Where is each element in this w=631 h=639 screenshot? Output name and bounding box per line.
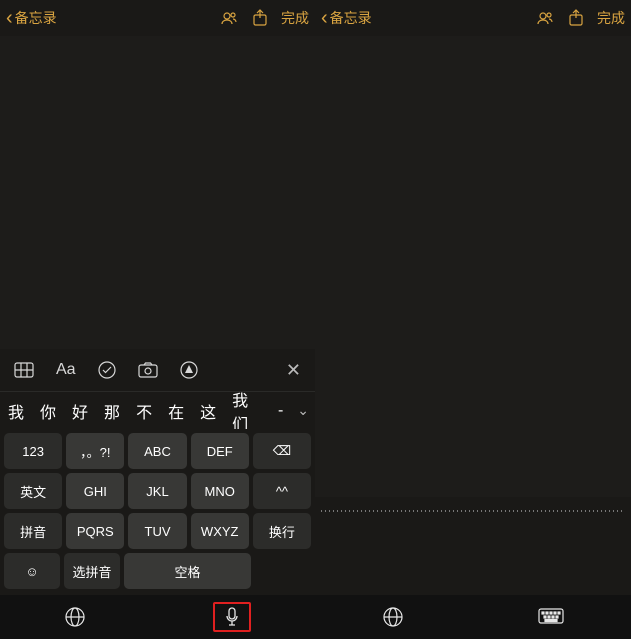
key-pinyin[interactable]: 拼音	[4, 513, 62, 549]
share-icon[interactable]	[567, 9, 585, 27]
left-screen: ‹ 备忘录 完成 Aa ✕ 我 你 好	[0, 0, 315, 639]
dictation-waveform	[315, 497, 631, 525]
dictation-bottombar	[315, 595, 631, 639]
candidate-word[interactable]: 你	[38, 399, 58, 423]
key-def[interactable]: DEF	[191, 433, 249, 469]
share-icon[interactable]	[251, 9, 269, 27]
candidate-word[interactable]: 这	[198, 399, 218, 423]
navbar: ‹ 备忘录 完成	[315, 0, 631, 36]
table-icon[interactable]	[14, 362, 34, 378]
keyboard-bottombar	[0, 595, 315, 639]
candidate-bar: 我 你 好 那 不 在 这 我们 - ⌄	[0, 391, 315, 429]
key-pqrs[interactable]: PQRS	[66, 513, 124, 549]
key-ghi[interactable]: GHI	[66, 473, 124, 509]
keyboard-icon[interactable]	[538, 608, 564, 626]
key-123[interactable]: 123	[4, 433, 62, 469]
candidate-word[interactable]: 我	[6, 399, 26, 423]
markup-icon[interactable]	[180, 361, 198, 379]
candidate-word[interactable]: 不	[134, 399, 154, 423]
back-label: 备忘录	[15, 8, 57, 28]
key-tuv[interactable]: TUV	[128, 513, 186, 549]
done-button[interactable]: 完成	[281, 8, 309, 28]
right-screen: ‹ 备忘录 完成	[315, 0, 631, 639]
candidate-expand[interactable]: ⌄	[297, 402, 309, 419]
globe-icon[interactable]	[64, 606, 86, 628]
key-jkl[interactable]: JKL	[128, 473, 186, 509]
note-content[interactable]	[0, 36, 315, 349]
back-button[interactable]: ‹ 备忘录	[321, 7, 535, 30]
camera-icon[interactable]	[138, 362, 158, 378]
candidate-word[interactable]: 我们	[230, 387, 264, 435]
mic-button-highlighted[interactable]	[213, 602, 251, 632]
key-backspace[interactable]: ⌫	[253, 433, 311, 469]
key-abc[interactable]: ABC	[128, 433, 186, 469]
candidate-word[interactable]: -	[276, 402, 285, 420]
candidate-word[interactable]: 那	[102, 399, 122, 423]
collaborate-icon[interactable]	[219, 8, 239, 28]
globe-icon[interactable]	[382, 606, 404, 628]
key-punct[interactable]: ，。?!	[66, 433, 124, 469]
checklist-icon[interactable]	[98, 361, 116, 379]
text-format-button[interactable]: Aa	[56, 361, 76, 379]
keyboard: 123 ，。?! ABC DEF ⌫ 英文 GHI JKL MNO ^^ 拼音 …	[0, 429, 315, 595]
chevron-left-icon: ‹	[6, 7, 13, 30]
candidate-word[interactable]: 好	[70, 399, 90, 423]
candidate-word[interactable]: 在	[166, 399, 186, 423]
done-button[interactable]: 完成	[597, 8, 625, 28]
collaborate-icon[interactable]	[535, 8, 555, 28]
waveform-line	[321, 510, 625, 512]
note-content[interactable]	[315, 36, 631, 497]
key-mno[interactable]: MNO	[191, 473, 249, 509]
key-wxyz[interactable]: WXYZ	[191, 513, 249, 549]
format-toolbar: Aa ✕	[0, 349, 315, 391]
back-button[interactable]: ‹ 备忘录	[6, 7, 219, 30]
navbar: ‹ 备忘录 完成	[0, 0, 315, 36]
key-shift[interactable]: ^^	[253, 473, 311, 509]
key-select-pinyin[interactable]: 选拼音	[64, 553, 120, 589]
key-space[interactable]: 空格	[124, 553, 251, 589]
back-label: 备忘录	[330, 8, 372, 28]
key-enter[interactable]: 换行	[253, 513, 311, 549]
chevron-left-icon: ‹	[321, 7, 328, 30]
close-icon[interactable]: ✕	[286, 360, 301, 381]
key-emoji[interactable]: ☺	[4, 553, 60, 589]
key-english[interactable]: 英文	[4, 473, 62, 509]
